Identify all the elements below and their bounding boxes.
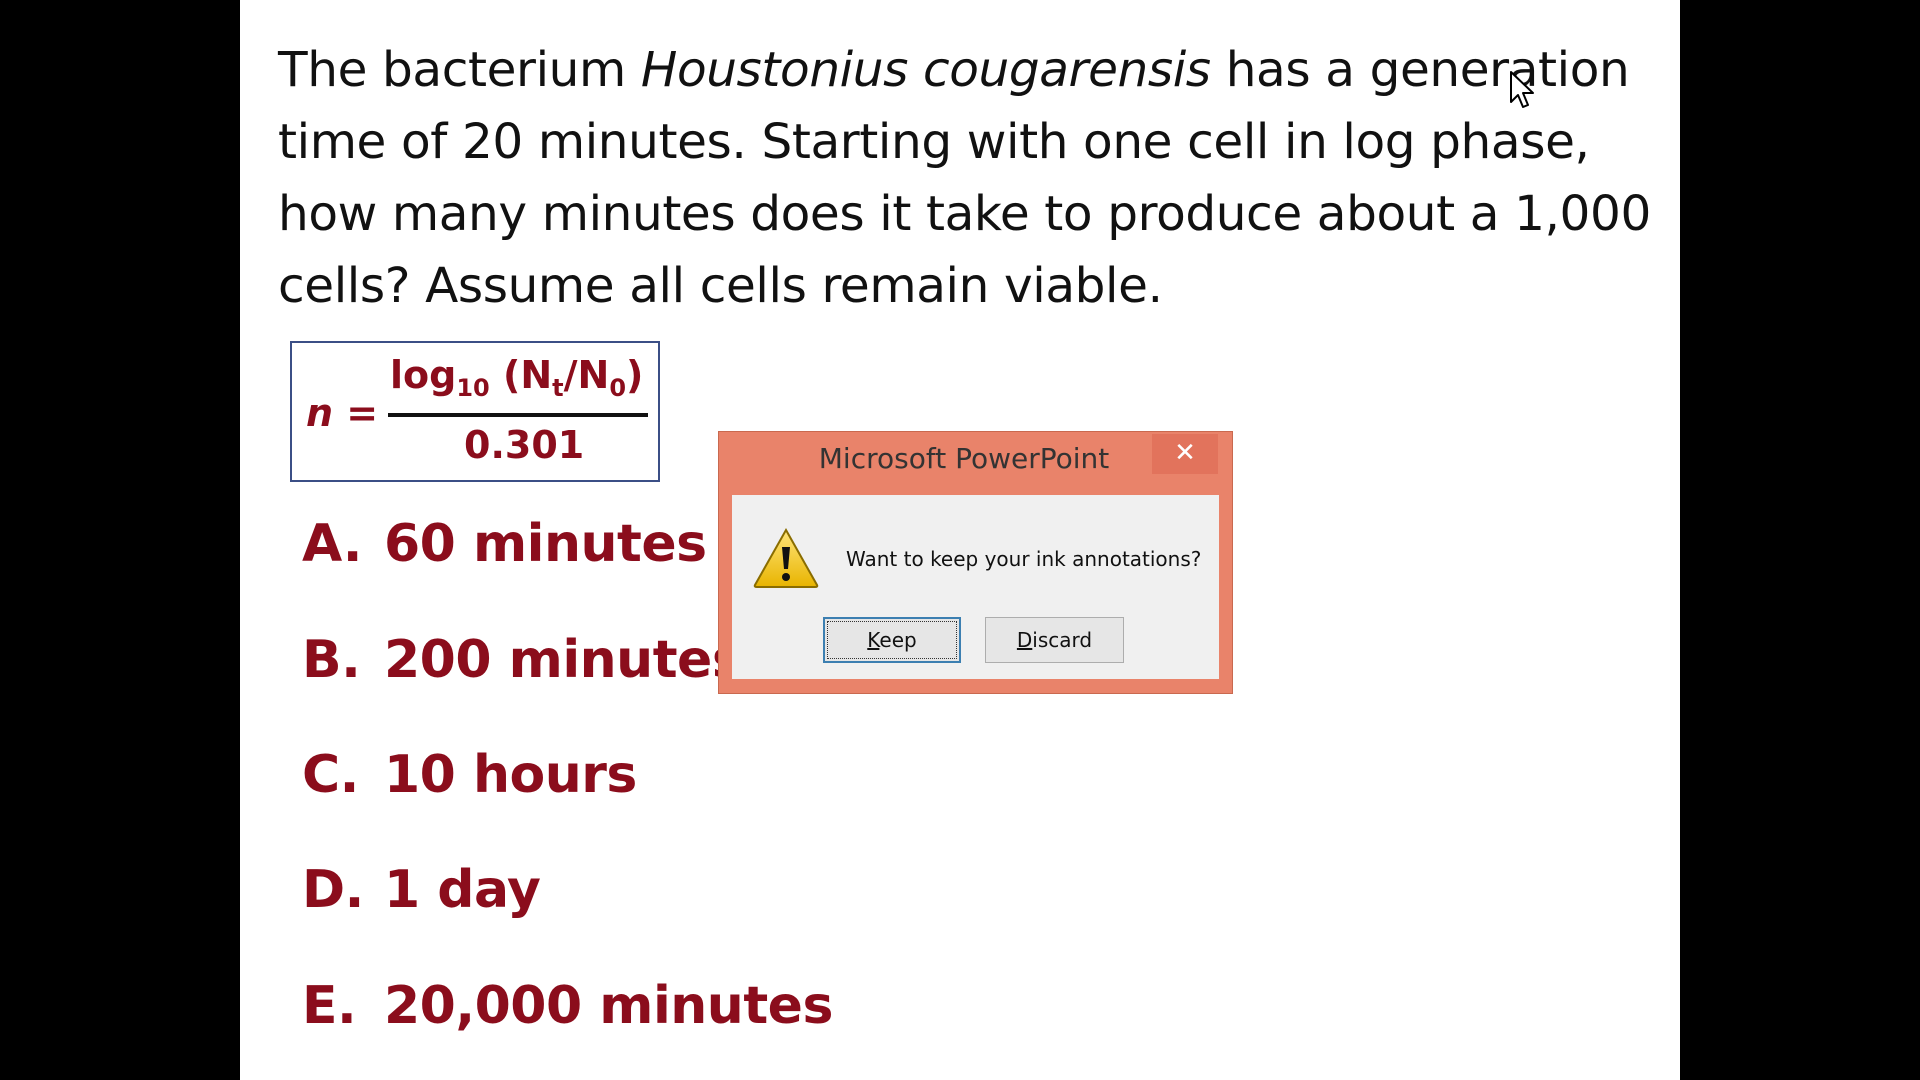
- question-text: The bacterium Houstonius cougarensis has…: [278, 42, 1651, 314]
- formula-lhs: n =: [306, 391, 379, 435]
- answer-option-d: D. 1 day: [302, 860, 541, 920]
- formula-denominator: 0.301: [464, 423, 585, 467]
- answer-letter: B.: [302, 630, 361, 690]
- formula-numerator: log10 (Nt/N0): [390, 353, 644, 402]
- answer-option-b: B. 200 minutes: [302, 630, 743, 690]
- dialog-message: Want to keep your ink annotations?: [846, 547, 1202, 571]
- close-button[interactable]: ✕: [1152, 434, 1218, 474]
- answer-option-c: C. 10 hours: [302, 745, 637, 805]
- answer-text: 60 minutes: [384, 514, 707, 574]
- answer-option-e: E. 20,000 minutes: [302, 976, 833, 1036]
- answer-letter: C.: [302, 745, 359, 805]
- answer-option-a: A. 60 minutes: [302, 514, 707, 574]
- answer-text: 1 day: [384, 860, 541, 920]
- focus-rectangle: [827, 621, 957, 659]
- warning-icon: [753, 527, 819, 588]
- dialog-body: Want to keep your ink annotations? Keep …: [732, 495, 1219, 679]
- organism-name: Houstonius cougarensis: [640, 42, 1211, 98]
- mouse-pointer-icon: [1510, 71, 1534, 108]
- answer-letter: A.: [302, 514, 362, 574]
- answer-letter: D.: [302, 860, 364, 920]
- answer-letter: E.: [302, 976, 357, 1036]
- keep-button[interactable]: Keep: [823, 617, 961, 663]
- fraction-bar: [388, 413, 648, 417]
- answer-text: 20,000 minutes: [384, 976, 833, 1036]
- answer-text: 10 hours: [384, 745, 637, 805]
- formula-box: n = log10 (Nt/N0) 0.301: [290, 341, 660, 482]
- discard-button[interactable]: Discard: [985, 617, 1124, 663]
- keep-ink-dialog: Microsoft PowerPoint ✕ Want to keep your…: [718, 431, 1233, 694]
- dialog-title: Microsoft PowerPoint: [818, 442, 1110, 475]
- answer-text: 200 minutes: [384, 630, 743, 690]
